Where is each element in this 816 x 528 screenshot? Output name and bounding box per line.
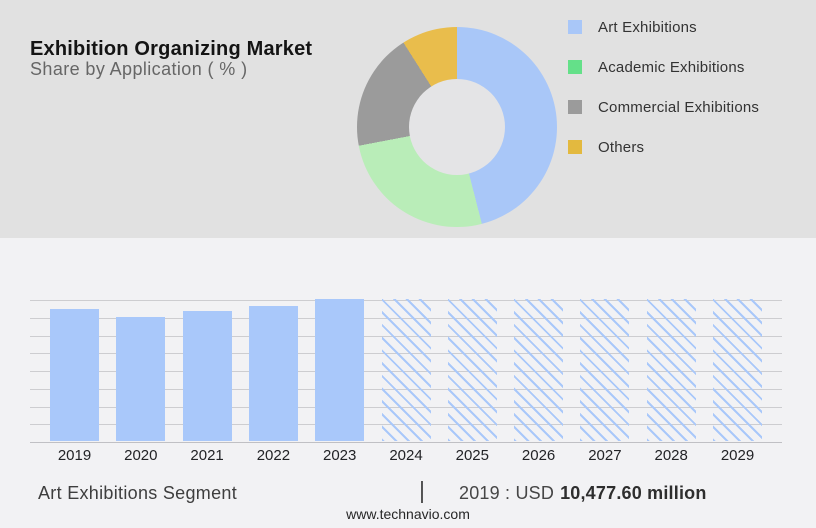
x-tick-2026: 2026: [521, 447, 556, 464]
legend: Art Exhibitions Academic Exhibitions Com…: [568, 18, 760, 180]
bar-2024: [381, 299, 431, 441]
bar-2025: [447, 299, 497, 441]
legend-item-art-exhibitions: Art Exhibitions: [568, 18, 759, 36]
bar-chart: 2019 2020 2021 2022 2023 2024 2025 2026 2027 2028…: [30, 299, 782, 464]
bar-2026: [514, 299, 564, 441]
legend-label: Commercial Exhibitions: [598, 98, 760, 116]
gridline: [30, 442, 782, 443]
legend-item-commercial-exhibitions: Commercial Exhibitions: [568, 98, 760, 116]
legend-label: Art Exhibitions: [598, 18, 697, 36]
bar-2020: [116, 317, 166, 441]
legend-label: Others: [598, 138, 645, 156]
separator-bar: |: [419, 477, 425, 503]
market-infographic: Exhibition Organizing Market Share by Ap…: [0, 0, 816, 528]
segment-value: 2019 : USD 10,477.60 million: [459, 483, 707, 504]
bar-2023: [315, 299, 365, 441]
segment-value-amount: 10,477.60 million: [560, 483, 707, 503]
x-tick-2019: 2019: [57, 447, 92, 464]
legend-item-others: Others: [568, 138, 759, 156]
x-tick-2024: 2024: [389, 447, 423, 464]
bar-2028: [646, 299, 696, 441]
page-title: Exhibition Organizing Market: [30, 38, 313, 61]
x-tick-2021: 2021: [190, 447, 224, 464]
legend-swatch-green-icon: [568, 60, 582, 74]
x-tick-2028: 2028: [654, 447, 688, 464]
segment-value-prefix: 2019 : USD: [459, 483, 555, 503]
bar-2021: [182, 311, 232, 441]
bar-chart-panel: 2019 2020 2021 2022 2023 2024 2025 2026 2027 2028…: [0, 238, 816, 528]
x-tick-2022: 2022: [256, 447, 291, 464]
legend-item-academic-exhibitions: Academic Exhibitions: [568, 58, 759, 76]
x-tick-2020: 2020: [124, 447, 158, 464]
bar-2029: [713, 299, 762, 441]
x-tick-2027: 2027: [588, 447, 622, 464]
legend-swatch-blue-icon: [568, 20, 582, 34]
website-text: www.technavio.com: [346, 506, 470, 522]
donut-chart: [357, 27, 557, 227]
bar-2027: [580, 299, 630, 441]
bar-2019: [50, 308, 99, 441]
legend-swatch-yellow-icon: [568, 140, 582, 154]
x-tick-2025: 2025: [455, 447, 489, 464]
legend-swatch-gray-icon: [568, 100, 582, 114]
segment-label: Art Exhibitions Segment: [38, 483, 237, 503]
header-panel: Exhibition Organizing Market Share by Ap…: [0, 0, 816, 238]
page-subtitle: Share by Application ( % ): [30, 59, 248, 79]
legend-label: Academic Exhibitions: [598, 58, 745, 76]
bar-2022: [248, 305, 298, 441]
x-tick-2029: 2029: [720, 447, 755, 464]
x-tick-2023: 2023: [323, 447, 357, 464]
